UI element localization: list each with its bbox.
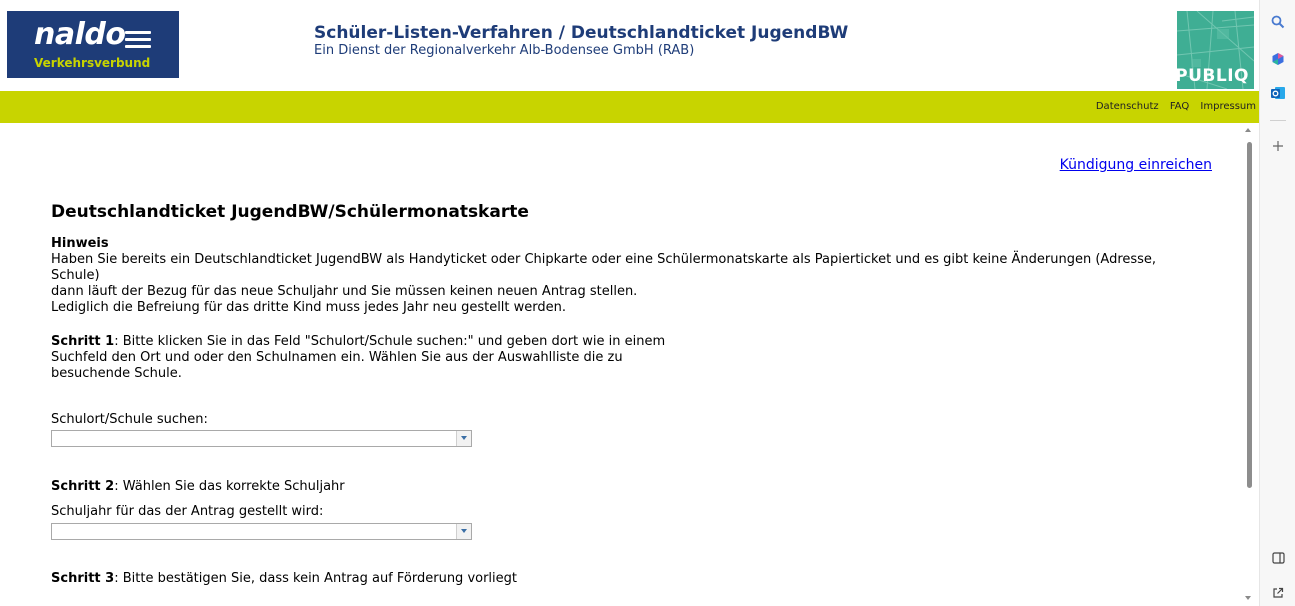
step3-label: Schritt 3 (51, 571, 115, 586)
search-icon[interactable] (1268, 12, 1288, 32)
publiq-wordmark: PUBLIQ (1177, 66, 1249, 86)
nav-link-impressum[interactable]: Impressum (1200, 101, 1256, 112)
nav-link-faq[interactable]: FAQ (1170, 101, 1189, 112)
page-header: naldo Verkehrsverbund Schüler-Listen-Ver… (0, 0, 1259, 91)
site-title: Schüler-Listen-Verfahren / Deutschlandti… (314, 23, 849, 43)
scroll-down-icon[interactable] (1245, 596, 1251, 600)
step1-label: Schritt 1 (51, 334, 115, 349)
cancel-subscription-link[interactable]: Kündigung einreichen (1060, 157, 1212, 173)
school-year-label: Schuljahr für das der Antrag gestellt wi… (51, 504, 324, 519)
browser-side-panel (1259, 0, 1295, 606)
page-title: Deutschlandticket JugendBW/Schülermonats… (51, 202, 529, 222)
chevron-down-icon[interactable] (456, 431, 471, 446)
step2-text: : Wählen Sie das korrekte Schuljahr (114, 479, 345, 494)
step3-text: : Bitte bestätigen Sie, dass kein Antrag… (114, 571, 517, 586)
school-search-label: Schulort/Schule suchen: (51, 412, 208, 427)
step2-label: Schritt 2 (51, 479, 115, 494)
step1-line-2: Suchfeld den Ort und oder den Schulnamen… (51, 350, 623, 365)
sidebar-toggle-icon[interactable] (1268, 548, 1288, 568)
step1-line-3: besuchende Schule. (51, 366, 182, 381)
step1-text: : Bitte klicken Sie in das Feld "Schulor… (114, 334, 666, 349)
hinweis-title: Hinweis (51, 236, 109, 251)
scrollbar-thumb[interactable] (1247, 142, 1252, 488)
side-panel-divider (1270, 120, 1286, 121)
page-scrollbar[interactable] (1240, 123, 1259, 606)
add-icon[interactable] (1268, 136, 1288, 156)
hinweis-line-4: Lediglich die Befreiung für das dritte K… (51, 300, 567, 315)
hinweis-line-2: Schule) (51, 268, 100, 283)
copilot-icon[interactable] (1268, 49, 1288, 69)
main-content: Kündigung einreichen Deutschlandticket J… (0, 123, 1240, 606)
outlook-icon[interactable] (1268, 83, 1288, 103)
nav-bar: Datenschutz FAQ Impressum (0, 91, 1259, 123)
site-subtitle: Ein Dienst der Regionalverkehr Alb-Boden… (314, 43, 695, 58)
publiq-logo[interactable]: PUBLIQ (1177, 11, 1254, 89)
hinweis-line-1: Haben Sie bereits ein Deutschlandticket … (51, 252, 1157, 267)
open-external-icon[interactable] (1268, 583, 1288, 603)
chevron-down-icon[interactable] (456, 524, 471, 539)
nav-link-datenschutz[interactable]: Datenschutz (1096, 101, 1159, 112)
logo-lines-icon (125, 31, 151, 51)
nav-links: Datenschutz FAQ Impressum (1088, 101, 1256, 112)
logo-brand: naldo (34, 17, 126, 52)
scroll-up-icon[interactable] (1245, 128, 1251, 132)
school-search-combobox[interactable] (51, 430, 472, 447)
step2-line: Schritt 2: Wählen Sie das korrekte Schul… (51, 479, 345, 495)
logo-subtitle: Verkehrsverbund (34, 56, 151, 70)
hinweis-line-3: dann läuft der Bezug für das neue Schulj… (51, 284, 638, 299)
naldo-logo[interactable]: naldo Verkehrsverbund (7, 11, 179, 78)
step1-line-1: Schritt 1: Bitte klicken Sie in das Feld… (51, 334, 665, 350)
school-year-select[interactable] (51, 523, 472, 540)
step3-line: Schritt 3: Bitte bestätigen Sie, dass ke… (51, 571, 517, 587)
